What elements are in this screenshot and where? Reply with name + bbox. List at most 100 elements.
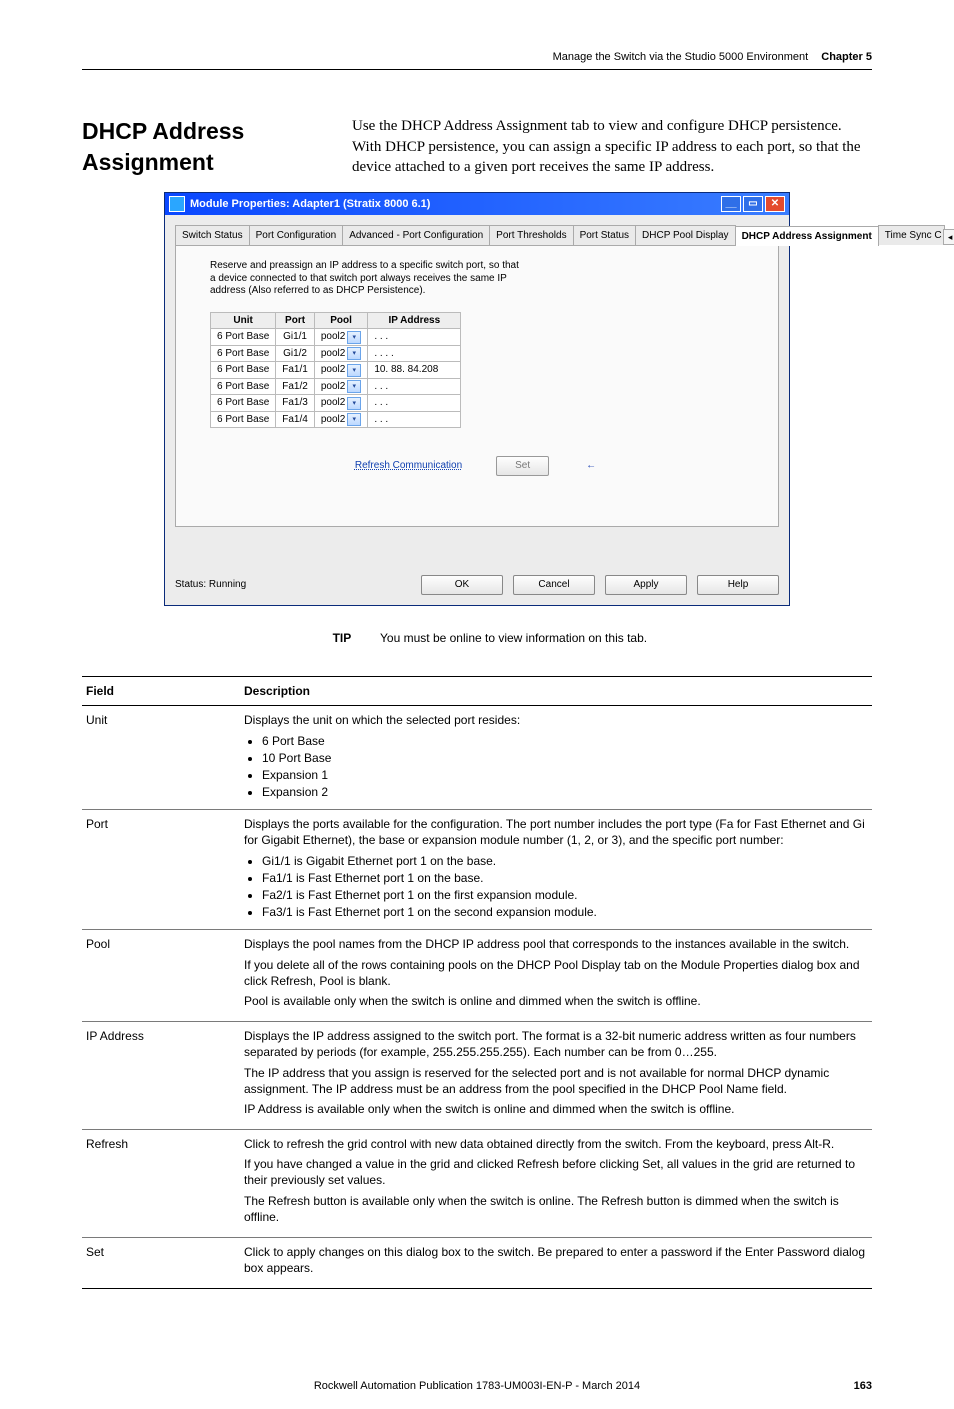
cell-ip[interactable]: 10. 88. 84.208 [368,362,461,379]
cell-pool[interactable]: pool2▾ [314,411,367,428]
cell-pool[interactable]: pool2▾ [314,362,367,379]
cell-field: IP Address [82,1022,240,1130]
field-description-table: Field Description Unit Displays the unit… [82,676,872,1289]
cell-desc: Displays the pool names from the DHCP IP… [240,930,872,1022]
set-button[interactable]: Set [496,456,549,476]
col-unit: Unit [211,312,276,329]
cell-port: Fa1/2 [276,378,315,395]
desc-lead: Displays the unit on which the selected … [244,712,868,728]
cell-field: Refresh [82,1130,240,1238]
status-text: Status: Running [175,578,246,592]
page-number: 163 [854,1379,872,1394]
pool-value: pool2 [321,330,345,344]
chevron-down-icon[interactable]: ▾ [347,364,361,377]
breadcrumb: Manage the Switch via the Studio 5000 En… [553,51,809,63]
cell-ip[interactable]: . . . [368,378,461,395]
cell-port: Fa1/1 [276,362,315,379]
cell-unit: 6 Port Base [211,362,276,379]
table-row: 6 Port BaseGi1/1pool2▾. . . [211,329,461,346]
apply-button[interactable]: Apply [605,575,687,595]
col-port: Port [276,312,315,329]
tab-port-configuration[interactable]: Port Configuration [249,225,344,246]
desc-p: If you have changed a value in the grid … [244,1156,868,1188]
chevron-down-icon[interactable]: ▾ [347,380,361,393]
list-item: Fa1/1 is Fast Ethernet port 1 on the bas… [262,870,868,886]
cell-port: Gi1/1 [276,329,315,346]
tip-label: TIP [307,630,377,646]
running-header: Manage the Switch via the Studio 5000 En… [82,50,872,70]
tab-strip: Switch Status Port Configuration Advance… [175,225,779,247]
table-row: 6 Port BaseFa1/2pool2▾. . . [211,378,461,395]
refresh-communication-link[interactable]: Refresh Communication [355,459,462,473]
tabs-scroll-left-icon[interactable]: ◂ [943,229,954,245]
cell-port: Fa1/3 [276,395,315,412]
list-item: Fa3/1 is Fast Ethernet port 1 on the sec… [262,904,868,920]
cell-desc: Displays the ports available for the con… [240,810,872,930]
tip-text: You must be online to view information o… [380,631,647,645]
help-button[interactable]: Help [697,575,779,595]
tab-switch-status[interactable]: Switch Status [175,225,250,246]
pool-value: pool2 [321,413,345,427]
desc-lead: Displays the ports available for the con… [244,816,868,848]
chevron-down-icon[interactable]: ▾ [347,347,361,360]
dialog-module-properties: Module Properties: Adapter1 (Stratix 800… [164,192,790,606]
tab-dhcp-address-assignment[interactable]: DHCP Address Assignment [735,226,879,247]
cell-unit: 6 Port Base [211,329,276,346]
list-item: Fa2/1 is Fast Ethernet port 1 on the fir… [262,887,868,903]
tab-time-sync[interactable]: Time Sync C [878,225,945,246]
cell-ip[interactable]: . . . . [368,345,461,362]
title-bar: Module Properties: Adapter1 (Stratix 800… [165,193,789,215]
cancel-button[interactable]: Cancel [513,575,595,595]
desc-p: Click to apply changes on this dialog bo… [244,1244,868,1276]
minimize-button[interactable]: __ [721,196,741,212]
ok-button[interactable]: OK [421,575,503,595]
dhcp-grid[interactable]: Unit Port Pool IP Address 6 Port BaseGi1… [210,312,461,429]
cell-ip[interactable]: . . . [368,395,461,412]
tab-dhcp-pool-display[interactable]: DHCP Pool Display [635,225,736,246]
desc-p: Displays the IP address assigned to the … [244,1028,868,1060]
close-button[interactable]: ✕ [765,196,785,212]
chevron-down-icon[interactable]: ▾ [347,397,361,410]
desc-p: The Refresh button is available only whe… [244,1193,868,1225]
cell-desc: Click to apply changes on this dialog bo… [240,1238,872,1289]
cell-field: Set [82,1238,240,1289]
desc-p: Displays the pool names from the DHCP IP… [244,936,868,952]
list-item: Expansion 2 [262,784,868,800]
maximize-button[interactable]: ▭ [743,196,763,212]
tip-line: TIP You must be online to view informati… [82,630,872,646]
cell-pool[interactable]: pool2▾ [314,329,367,346]
cell-desc: Displays the IP address assigned to the … [240,1022,872,1130]
desc-p: Pool is available only when the switch i… [244,993,868,1009]
back-arrow-icon[interactable]: ← [583,459,599,473]
tab-adv-port-configuration[interactable]: Advanced - Port Configuration [342,225,490,246]
chevron-down-icon[interactable]: ▾ [347,413,361,426]
desc-p: If you delete all of the rows containing… [244,957,868,989]
table-row: 6 Port BaseFa1/3pool2▾. . . [211,395,461,412]
cell-ip[interactable]: . . . [368,411,461,428]
tab-port-status[interactable]: Port Status [573,225,636,246]
cell-desc: Click to refresh the grid control with n… [240,1130,872,1238]
cell-unit: 6 Port Base [211,411,276,428]
cell-pool[interactable]: pool2▾ [314,345,367,362]
section-title: DHCP Address Assignment [82,116,336,178]
table-row: Set Click to apply changes on this dialo… [82,1238,872,1289]
list-item: 6 Port Base [262,733,868,749]
dialog-title: Module Properties: Adapter1 (Stratix 800… [190,197,430,212]
cell-pool[interactable]: pool2▾ [314,378,367,395]
list-item: Expansion 1 [262,767,868,783]
section-body: Use the DHCP Address Assignment tab to v… [352,116,872,178]
tab-panel: Reserve and preassign an IP address to a… [175,246,779,527]
cell-ip[interactable]: . . . [368,329,461,346]
desc-p: IP Address is available only when the sw… [244,1101,868,1117]
publication-id: Rockwell Automation Publication 1783-UM0… [314,1379,640,1394]
pool-value: pool2 [321,363,345,377]
table-row: 6 Port BaseFa1/1pool2▾10. 88. 84.208 [211,362,461,379]
cell-pool[interactable]: pool2▾ [314,395,367,412]
list-item: 10 Port Base [262,750,868,766]
chevron-down-icon[interactable]: ▾ [347,331,361,344]
desc-p: The IP address that you assign is reserv… [244,1065,868,1097]
tab-port-thresholds[interactable]: Port Thresholds [489,225,573,246]
table-row: Unit Displays the unit on which the sele… [82,706,872,810]
cell-unit: 6 Port Base [211,395,276,412]
desc-p: Click to refresh the grid control with n… [244,1136,868,1152]
